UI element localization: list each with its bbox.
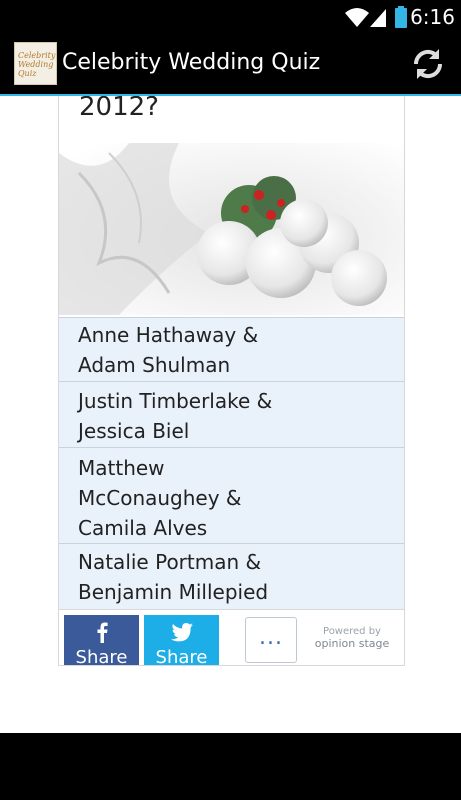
status-time: 6:16 xyxy=(410,5,455,29)
answer-option-1[interactable]: Anne Hathaway & Adam Shulman xyxy=(59,317,404,381)
answer-option-text: Adam Shulman xyxy=(78,353,231,377)
powered-by-logo[interactable]: Powered by opinion stage xyxy=(311,626,393,650)
facebook-share-label: Share xyxy=(75,647,128,666)
quiz-card: 2012? Anne Hathaway & Adam Shulman Justi… xyxy=(58,96,405,666)
answer-option-text: Natalie Portman & xyxy=(78,550,262,574)
refresh-icon[interactable] xyxy=(410,46,446,82)
app-title: Celebrity Wedding Quiz xyxy=(62,50,321,75)
answer-option-text: McConaughey & xyxy=(78,486,242,510)
app-logo-text: Celebrity Wedding Quiz xyxy=(18,51,56,78)
answer-option-text: Camila Alves xyxy=(78,516,208,540)
powered-by-text: Powered by xyxy=(323,626,381,637)
answer-option-text: Matthew xyxy=(78,456,165,480)
twitter-share-label: Share xyxy=(155,647,208,666)
bottom-bar xyxy=(0,733,461,800)
facebook-share-button[interactable]: Share xyxy=(64,615,139,666)
app-logo[interactable]: Celebrity Wedding Quiz xyxy=(14,42,57,85)
facebook-icon xyxy=(97,622,108,643)
battery-icon xyxy=(395,6,407,28)
twitter-icon xyxy=(170,623,193,642)
answer-option-text: Anne Hathaway & xyxy=(78,323,259,347)
answer-list: Anne Hathaway & Adam Shulman Justin Timb… xyxy=(59,317,404,609)
signal-icon xyxy=(370,9,386,27)
action-bar: Celebrity Wedding Quiz Celebrity Wedding… xyxy=(0,34,461,96)
answer-option-2[interactable]: Justin Timberlake & Jessica Biel xyxy=(59,381,404,447)
more-options-button[interactable]: ... xyxy=(245,617,297,663)
question-text: 2012? xyxy=(79,96,159,122)
answer-option-text: Jessica Biel xyxy=(78,419,190,443)
more-dots-icon: ... xyxy=(259,625,283,650)
brand-text: opinion stage xyxy=(314,637,390,650)
share-bar: Share Share ... Powered by opinion stage xyxy=(59,609,404,666)
answer-option-text: Benjamin Millepied xyxy=(78,580,269,604)
answer-option-text: Justin Timberlake & xyxy=(78,389,273,413)
answer-option-3[interactable]: Matthew McConaughey & Camila Alves xyxy=(59,447,404,543)
answer-option-4[interactable]: Natalie Portman & Benjamin Millepied xyxy=(59,543,404,609)
wifi-icon xyxy=(345,8,369,27)
status-bar: 6:16 xyxy=(0,0,461,34)
twitter-share-button[interactable]: Share xyxy=(144,615,219,666)
quiz-image xyxy=(59,143,404,315)
